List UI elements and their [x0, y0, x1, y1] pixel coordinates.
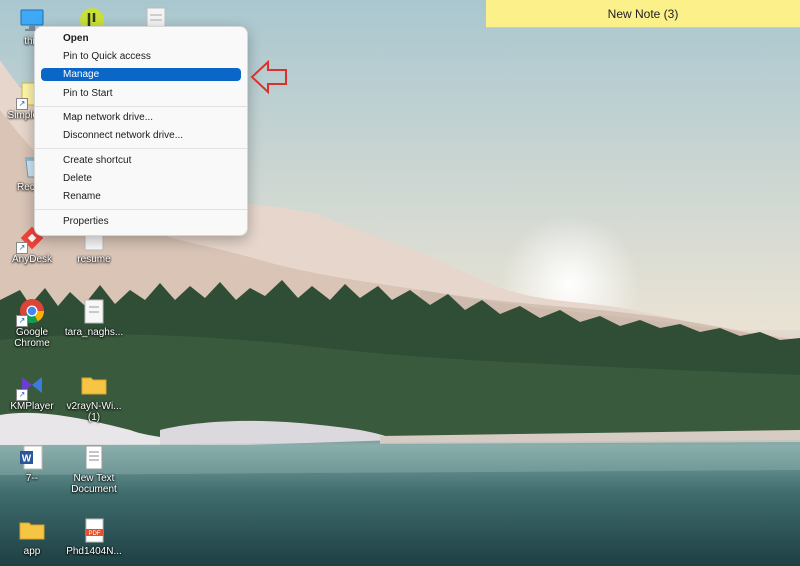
- desktop-icon-label: Phd1404N...: [66, 546, 122, 557]
- shortcut-arrow-icon: ↗: [16, 98, 28, 110]
- shortcut-arrow-icon: ↗: [16, 389, 28, 401]
- desktop-icon-label: AnyDesk: [11, 254, 52, 265]
- desktop-icon-word-doc[interactable]: W 7--: [0, 443, 64, 484]
- desktop-icon-label: Google Chrome: [14, 327, 50, 349]
- menu-item-pin-quick-access[interactable]: Pin to Quick access: [41, 49, 241, 65]
- menu-item-manage[interactable]: Manage: [41, 68, 241, 81]
- menu-item-disconnect-network-drive[interactable]: Disconnect network drive...: [41, 128, 241, 144]
- menu-separator: [35, 106, 247, 107]
- svg-text:W: W: [22, 454, 32, 465]
- menu-item-create-shortcut[interactable]: Create shortcut: [41, 153, 241, 169]
- chrome-icon: ↗: [16, 297, 46, 327]
- desktop-icon-phd-pdf[interactable]: PDF Phd1404N...: [62, 516, 126, 557]
- menu-item-properties[interactable]: Properties: [41, 214, 241, 230]
- menu-item-label: Disconnect network drive...: [63, 130, 184, 141]
- menu-item-label: Properties: [63, 216, 109, 227]
- desktop-icon-label: app: [23, 546, 41, 557]
- sticky-note-title: New Note (3): [607, 7, 679, 21]
- context-menu: Open Pin to Quick access Manage Pin to S…: [34, 26, 248, 236]
- folder-icon: [18, 516, 46, 544]
- menu-item-label: Pin to Start: [63, 88, 113, 99]
- menu-item-delete[interactable]: Delete: [41, 171, 241, 187]
- desktop-icon-label: KMPlayer: [10, 401, 54, 412]
- shortcut-arrow-icon: ↗: [16, 315, 28, 327]
- kmplayer-icon: ↗: [16, 371, 46, 401]
- menu-item-label: Create shortcut: [63, 155, 132, 166]
- menu-item-label: Delete: [63, 173, 92, 184]
- desktop-icon-label: 7--: [25, 473, 39, 484]
- folder-icon: [80, 371, 108, 399]
- desktop-icon-kmplayer[interactable]: ↗ KMPlayer: [0, 371, 64, 412]
- text-file-icon: [80, 443, 108, 471]
- word-document-icon: W: [18, 443, 46, 471]
- menu-item-label: Open: [63, 33, 89, 44]
- document-icon: [80, 297, 108, 325]
- desktop-icon-chrome[interactable]: ↗ Google Chrome: [0, 297, 64, 349]
- menu-item-map-network-drive[interactable]: Map network drive...: [41, 110, 241, 126]
- menu-item-pin-to-start[interactable]: Pin to Start: [41, 86, 241, 102]
- desktop-icon-label: tara_naghs...: [64, 327, 124, 338]
- annotation-arrow-icon: [250, 59, 287, 95]
- desktop-icon-tara[interactable]: tara_naghs...: [62, 297, 126, 338]
- menu-item-label: Map network drive...: [63, 112, 154, 123]
- menu-separator: [35, 209, 247, 210]
- shortcut-arrow-icon: ↗: [16, 242, 28, 254]
- menu-item-rename[interactable]: Rename: [41, 189, 241, 205]
- desktop-icon-label: resume: [77, 254, 111, 265]
- menu-item-label: Manage: [63, 69, 100, 80]
- desktop-icon-v2ray-folder[interactable]: v2rayN-Wi... (1): [62, 371, 126, 423]
- menu-item-label: Pin to Quick access: [63, 51, 151, 62]
- menu-item-label: Rename: [63, 191, 101, 202]
- desktop-icon-label: New Text Document: [71, 473, 117, 495]
- menu-separator: [35, 148, 247, 149]
- sticky-note-window[interactable]: New Note (3): [486, 0, 800, 28]
- desktop-icon-app-folder[interactable]: app: [0, 516, 64, 557]
- menu-item-open[interactable]: Open: [41, 31, 241, 47]
- svg-text:PDF: PDF: [89, 531, 101, 537]
- desktop-icon-label: v2rayN-Wi... (1): [66, 401, 122, 423]
- pdf-file-icon: PDF: [80, 516, 108, 544]
- desktop-icon-new-text-document[interactable]: New Text Document: [62, 443, 126, 495]
